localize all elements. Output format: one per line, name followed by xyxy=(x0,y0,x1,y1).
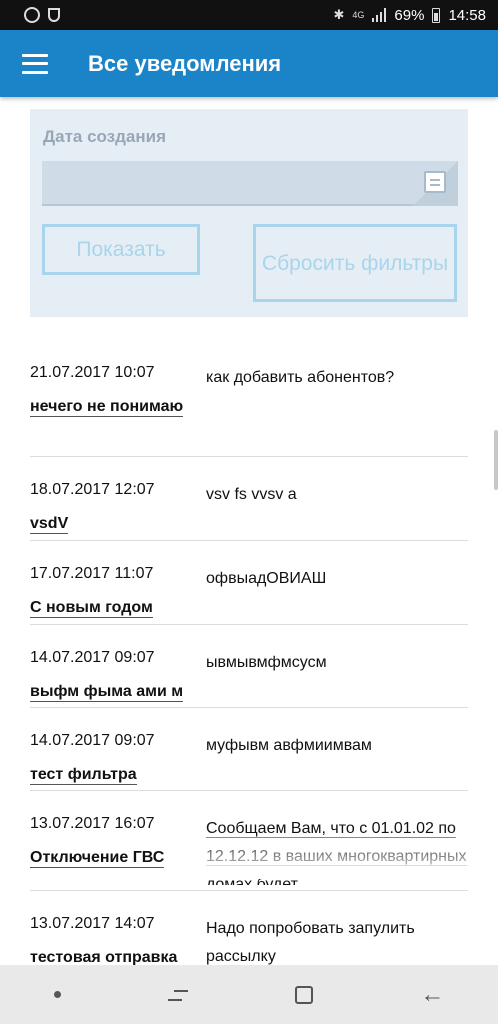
notification-list: 21.07.2017 10:07 нечего не понимаю как д… xyxy=(0,340,498,991)
notification-title[interactable]: выфм фыма ами м xyxy=(30,677,200,707)
notification-text: Надо попробовать запулить рассылку xyxy=(206,920,415,965)
notification-item[interactable]: 13.07.2017 16:07 Отключение ГВС Сообщаем… xyxy=(30,791,468,891)
sync-icon xyxy=(24,7,40,23)
show-button[interactable]: Показать xyxy=(42,224,200,275)
notification-item[interactable]: 17.07.2017 11:07 С новым годом офвыадОВИ… xyxy=(30,541,468,625)
clock: 14:58 xyxy=(448,6,486,24)
app-bar: Все уведомления xyxy=(0,30,498,97)
notification-date: 14.07.2017 09:07 xyxy=(30,649,155,666)
nav-dot-icon[interactable] xyxy=(53,991,61,998)
notification-item[interactable]: 21.07.2017 10:07 нечего не понимаю как д… xyxy=(30,340,468,457)
battery-percent: 69% xyxy=(394,6,425,24)
notification-title[interactable]: тест фильтра xyxy=(30,760,200,790)
notification-text: Сообщаем Вам, что с 01.01.02 по 12.12.12… xyxy=(206,815,468,885)
status-bar: ✱ 4G 69% 14:58 xyxy=(0,0,498,30)
notification-date: 18.07.2017 12:07 xyxy=(30,481,155,498)
notification-title[interactable]: С новым годом xyxy=(30,593,200,623)
notification-item[interactable]: 14.07.2017 09:07 выфм фыма ами м ывмывмф… xyxy=(30,625,468,708)
reset-filters-button[interactable]: Сбросить фильтры xyxy=(253,224,457,302)
network-type: 4G xyxy=(352,10,365,20)
signal-icon xyxy=(372,8,387,22)
notification-item[interactable]: 18.07.2017 12:07 vsdV vsv fs vvsv a xyxy=(30,457,468,541)
battery-icon xyxy=(432,7,441,23)
notification-text: офвыадОВИАШ xyxy=(206,570,327,587)
date-filter-label: Дата создания xyxy=(43,127,167,146)
notification-title[interactable]: нечего не понимаю xyxy=(30,392,200,422)
notification-date: 14.07.2017 09:07 xyxy=(30,732,155,749)
menu-icon[interactable] xyxy=(22,53,48,74)
date-field[interactable] xyxy=(42,161,458,206)
notification-text: vsv fs vvsv a xyxy=(206,486,297,503)
notification-date: 17.07.2017 11:07 xyxy=(30,565,154,582)
notification-text: ывмывмфмсусм xyxy=(206,654,327,671)
filter-panel: Дата создания Показать Сбросить фильтры xyxy=(30,109,468,317)
notification-title[interactable]: vsdV xyxy=(30,509,200,539)
notification-date: 13.07.2017 14:07 xyxy=(30,915,155,932)
notification-text: как добавить абонентов? xyxy=(206,369,395,386)
home-icon[interactable] xyxy=(295,985,314,1004)
system-nav-bar: ← xyxy=(0,965,498,1024)
recent-apps-icon[interactable] xyxy=(167,988,188,1002)
notification-item[interactable]: 14.07.2017 09:07 тест фильтра муфывм авф… xyxy=(30,708,468,791)
notification-text: муфывм авфмиимвам xyxy=(206,737,372,754)
back-icon[interactable]: ← xyxy=(420,981,444,1009)
shield-icon xyxy=(48,8,60,22)
notification-date: 21.07.2017 10:07 xyxy=(30,364,155,381)
page-title: Все уведомления xyxy=(88,50,282,76)
notification-title[interactable]: Отключение ГВС xyxy=(30,843,200,873)
scrollbar[interactable] xyxy=(494,430,498,490)
notification-date: 13.07.2017 16:07 xyxy=(30,815,155,832)
bluetooth-icon: ✱ xyxy=(333,7,345,22)
calendar-icon[interactable] xyxy=(424,171,446,193)
